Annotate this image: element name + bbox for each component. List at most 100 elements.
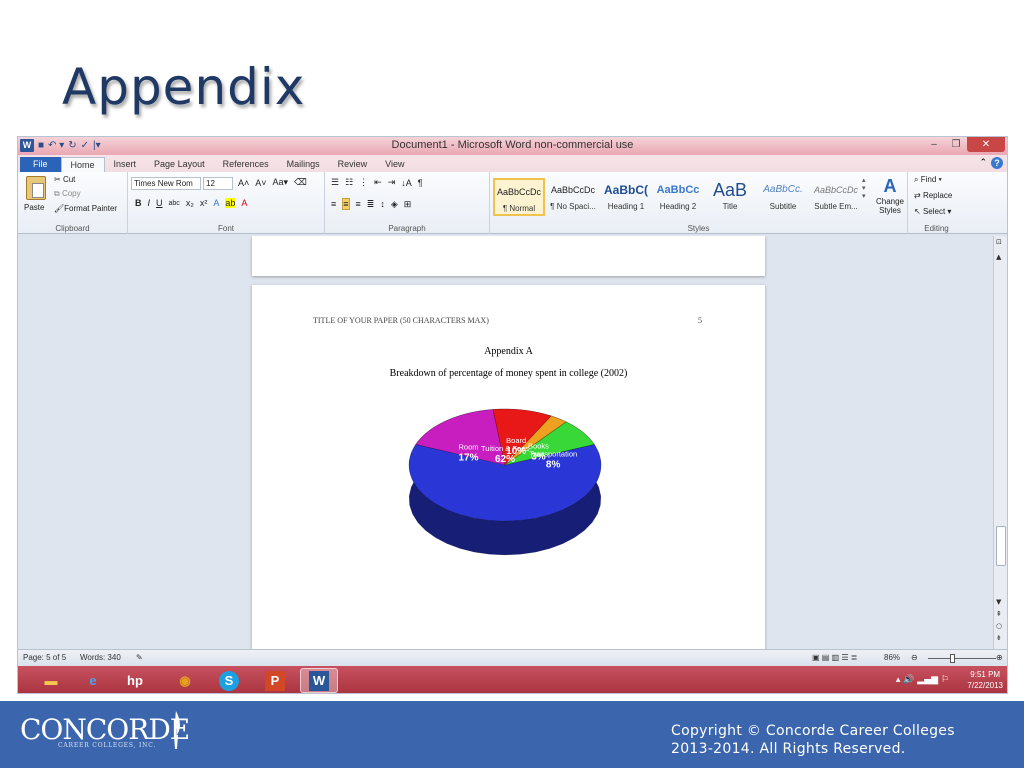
torch-flame-icon — [174, 711, 180, 749]
bullets-icon[interactable]: ☰ — [331, 177, 339, 188]
font-name-box[interactable]: Times New Rom — [131, 177, 201, 190]
minimize-button[interactable]: – — [923, 137, 945, 152]
proofing-icon[interactable]: ✎ — [136, 653, 143, 662]
tab-references[interactable]: References — [214, 157, 278, 172]
pie-value-label-2: 10% — [506, 446, 526, 457]
decrease-indent-icon[interactable]: ⇤ — [374, 177, 382, 188]
zoom-out-icon[interactable]: ⊖ — [911, 653, 918, 662]
style-normal[interactable]: AaBbCcDc ¶ Normal — [493, 178, 545, 216]
font-color-icon[interactable]: A — [241, 198, 247, 208]
format-painter-button[interactable]: 🖌Format Painter — [54, 204, 117, 213]
tab-view[interactable]: View — [376, 157, 413, 172]
find-button[interactable]: ⌕ Find ▾ — [914, 175, 942, 185]
change-case-icon[interactable]: Aa▾ — [273, 177, 289, 188]
skype-icon[interactable]: S — [210, 668, 248, 693]
style-subtle-emphasis[interactable]: AaBbCcDc Subtle Em... — [810, 178, 862, 216]
hp-icon[interactable]: hp — [116, 668, 154, 693]
browse-object-icon[interactable]: ○ — [996, 622, 1002, 630]
scroll-thumb[interactable] — [996, 526, 1006, 566]
help-icon[interactable]: ? — [991, 157, 1003, 169]
chrome-icon[interactable]: ◉ — [166, 668, 204, 693]
title-bar: W ■ ↶ ▾ ↻ ✓ |▾ Document1 - Microsoft Wor… — [18, 137, 1007, 155]
scissors-icon: ✂ — [54, 175, 63, 184]
grow-font-icon[interactable]: A˄ — [238, 178, 249, 188]
strikethrough-icon[interactable]: abc — [169, 200, 180, 207]
borders-icon[interactable]: ⊞ — [404, 199, 412, 210]
zoom-slider-thumb[interactable] — [950, 654, 955, 663]
word-count[interactable]: Words: 340 — [80, 653, 121, 662]
cut-button[interactable]: ✂ Cut — [54, 175, 75, 184]
tab-insert[interactable]: Insert — [105, 157, 146, 172]
zoom-in-icon[interactable]: ⊕ — [996, 653, 1003, 662]
styles-label: Styles — [687, 224, 710, 233]
ribbon-tabs: File Home Insert Page Layout References … — [18, 155, 1007, 172]
select-button[interactable]: ↖ Select ▾ — [914, 207, 951, 216]
style-subtitle[interactable]: AaBbCc. Subtitle — [757, 178, 809, 216]
internet-explorer-icon[interactable]: e — [74, 668, 112, 693]
pie-label-4: Transportation — [529, 450, 577, 459]
zoom-slider[interactable] — [928, 658, 996, 659]
line-spacing-icon[interactable]: ↕ — [380, 199, 385, 209]
close-button[interactable]: ✕ — [967, 137, 1005, 152]
system-tray-icons[interactable]: ▴ 🔊 ▂▄▆ ⚐ — [896, 675, 949, 685]
style-heading-2[interactable]: AaBbCc Heading 2 — [652, 178, 704, 216]
status-bar: Page: 5 of 5 Words: 340 ✎ ▣ ▤ ▥ ☰ ≣ 86% … — [18, 649, 1007, 666]
bold-icon[interactable]: B — [135, 198, 142, 208]
italic-icon[interactable]: I — [148, 198, 151, 208]
tab-file[interactable]: File — [20, 157, 61, 172]
change-styles-button[interactable]: A Change Styles — [873, 176, 907, 215]
restore-button[interactable]: ❐ — [945, 137, 967, 152]
style-heading-1[interactable]: AaBbC( Heading 1 — [600, 178, 652, 216]
tab-mailings[interactable]: Mailings — [278, 157, 329, 172]
pie-chart[interactable]: Tuition & Fees62%Room17%Board10%Books3%T… — [397, 403, 612, 583]
text-effects-icon[interactable]: A — [213, 198, 219, 208]
binoculars-icon: ⌕ — [914, 175, 921, 184]
increase-indent-icon[interactable]: ⇥ — [388, 177, 396, 188]
styles-scroll-icon[interactable]: ▴ ▾ ▾ — [862, 176, 866, 200]
scroll-up-arrow[interactable]: ▲ — [996, 253, 1001, 261]
superscript-icon[interactable]: x² — [200, 198, 208, 208]
ruler-toggle-icon[interactable]: ⊡ — [996, 238, 1002, 246]
system-clock[interactable]: 9:51 PM 7/22/2013 — [967, 669, 1003, 691]
align-right-icon[interactable]: ≡ — [356, 199, 361, 209]
show-marks-icon[interactable]: ¶ — [418, 178, 423, 188]
shrink-font-icon[interactable]: A˅ — [255, 178, 266, 188]
highlight-icon[interactable]: ab — [225, 198, 236, 208]
document-area[interactable]: TITLE OF YOUR PAPER (50 CHARACTERS MAX) … — [18, 236, 995, 654]
word-taskbar-icon[interactable]: W — [300, 668, 338, 693]
tab-home[interactable]: Home — [60, 157, 105, 172]
style-no-spacing[interactable]: AaBbCcDc ¶ No Spaci... — [547, 178, 599, 216]
explorer-icon[interactable]: ▬ — [32, 668, 70, 693]
paragraph-group: ☰ ☷ ⋮ ⇤ ⇥ ↓A ¶ ≡ ≡ ≡ ≣ ↕ ◈ ⊞ Paragraph — [325, 172, 490, 234]
replace-button[interactable]: ⇄ Replace — [914, 191, 952, 200]
paste-icon[interactable] — [26, 176, 46, 200]
underline-icon[interactable]: U — [156, 198, 163, 208]
tab-review[interactable]: Review — [329, 157, 377, 172]
view-buttons[interactable]: ▣ ▤ ▥ ☰ ≣ — [812, 653, 857, 662]
subscript-icon[interactable]: x₂ — [186, 198, 194, 208]
pie-label-1: Room — [459, 443, 479, 452]
shading-icon[interactable]: ◈ — [391, 199, 398, 210]
document-page[interactable]: TITLE OF YOUR PAPER (50 CHARACTERS MAX) … — [252, 285, 765, 654]
clear-format-icon[interactable]: ⌫ — [294, 177, 307, 188]
page-number: 5 — [698, 316, 702, 325]
scroll-down-arrow[interactable]: ▼ — [996, 598, 1001, 606]
multilevel-list-icon[interactable]: ⋮ — [359, 177, 368, 188]
align-center-icon[interactable]: ≡ — [342, 198, 350, 210]
vertical-scrollbar[interactable]: ⊡ ▲ ▼ ⇞ ○ ⇟ — [993, 236, 1007, 654]
minimize-ribbon-icon[interactable]: ⌃ — [979, 157, 987, 169]
font-size-box[interactable]: 12 — [203, 177, 233, 190]
previous-page-icon[interactable]: ⇞ — [996, 610, 1002, 618]
paste-button[interactable]: Paste — [24, 203, 44, 212]
sort-icon[interactable]: ↓A — [401, 178, 412, 188]
align-left-icon[interactable]: ≡ — [331, 199, 336, 209]
page-count[interactable]: Page: 5 of 5 — [23, 653, 66, 662]
next-page-icon[interactable]: ⇟ — [996, 634, 1002, 642]
zoom-level[interactable]: 86% — [884, 653, 900, 662]
style-title[interactable]: AaB Title — [704, 178, 756, 216]
numbering-icon[interactable]: ☷ — [345, 177, 353, 188]
justify-icon[interactable]: ≣ — [367, 199, 375, 210]
tab-page-layout[interactable]: Page Layout — [145, 157, 214, 172]
copy-button[interactable]: ⧉ Copy — [54, 189, 81, 199]
powerpoint-icon[interactable]: P — [256, 668, 294, 693]
